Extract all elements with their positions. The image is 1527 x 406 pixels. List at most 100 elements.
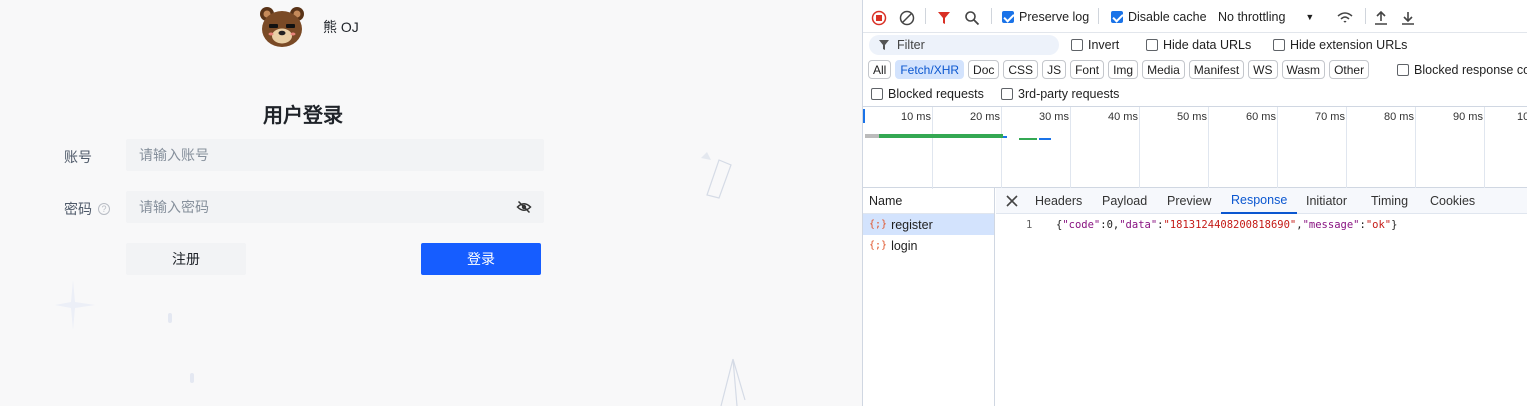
timeline-gridline <box>1139 107 1140 189</box>
chip-doc[interactable]: Doc <box>968 60 1000 79</box>
response-json: {"code":0,"data":"1813124408200818690","… <box>1056 219 1397 231</box>
request-row-login[interactable]: {;} login <box>863 235 994 256</box>
waterfall-bar <box>1003 136 1007 138</box>
network-conditions-icon[interactable] <box>1336 10 1354 26</box>
filter-input[interactable]: Filter <box>869 35 1059 55</box>
timeline-gridline <box>1208 107 1209 189</box>
third-party-checkbox[interactable]: 3rd-party requests <box>1001 87 1119 101</box>
request-row-register[interactable]: {;} register <box>863 214 994 235</box>
hide-extension-urls-label: Hide extension URLs <box>1290 38 1408 52</box>
blocked-requests-checkbox[interactable]: Blocked requests <box>871 87 984 101</box>
timeline-gridline <box>932 107 933 189</box>
tab-preview[interactable]: Preview <box>1167 188 1211 214</box>
tick-label: 90 ms <box>1453 111 1483 123</box>
invert-checkbox[interactable]: Invert <box>1071 38 1119 52</box>
json-punct: } <box>1391 219 1398 231</box>
network-timeline[interactable]: 10 ms 20 ms 30 ms 40 ms 50 ms 60 ms 70 m… <box>863 106 1527 189</box>
dot-decoration <box>168 313 172 323</box>
dot-decoration <box>190 373 194 383</box>
chip-js[interactable]: JS <box>1042 60 1067 79</box>
resource-type-chips: All Fetch/XHR Doc CSS JS Font Img Media … <box>868 60 1370 79</box>
disable-cache-label: Disable cache <box>1128 10 1207 24</box>
request-list: Name {;} register {;} login <box>863 188 995 406</box>
upload-icon[interactable] <box>1373 10 1389 26</box>
json-key: "code" <box>1062 219 1101 231</box>
blocked-response-checkbox[interactable]: Blocked response co <box>1397 63 1527 77</box>
brand-name: 熊 OJ <box>323 19 359 35</box>
password-input[interactable] <box>126 191 544 223</box>
tab-headers[interactable]: Headers <box>1035 188 1082 214</box>
waterfall-bar <box>865 134 879 138</box>
json-request-icon: {;} <box>869 219 888 230</box>
json-string: "ok" <box>1365 219 1392 231</box>
tick-label: 70 ms <box>1315 111 1345 123</box>
json-key: "message" <box>1302 219 1360 231</box>
account-label: 账号 <box>64 147 92 167</box>
chip-all[interactable]: All <box>868 60 892 79</box>
tick-label: 10 ms <box>901 111 931 123</box>
tab-response[interactable]: Response <box>1221 188 1298 214</box>
waterfall-bar <box>1019 138 1037 140</box>
chip-manifest[interactable]: Manifest <box>1188 60 1245 79</box>
tick-label: 30 ms <box>1039 111 1069 123</box>
chip-media[interactable]: Media <box>1142 60 1185 79</box>
timeline-gridline <box>1415 107 1416 189</box>
register-button[interactable]: 注册 <box>126 243 246 275</box>
hide-data-urls-checkbox[interactable]: Hide data URLs <box>1146 38 1251 52</box>
chip-ws[interactable]: WS <box>1248 60 1278 79</box>
chip-font[interactable]: Font <box>1070 60 1105 79</box>
network-toolbar: Preserve log Disable cache No throttling… <box>863 0 1527 33</box>
download-icon[interactable] <box>1400 10 1416 26</box>
json-key: "data" <box>1119 219 1158 231</box>
checkbox-icon <box>871 88 883 100</box>
throttling-select[interactable]: No throttling ▼ <box>1218 10 1314 24</box>
preserve-log-checkbox[interactable]: Preserve log <box>1002 10 1089 24</box>
record-stop-icon[interactable] <box>871 10 887 26</box>
filter-placeholder: Filter <box>897 38 925 52</box>
checkbox-checked-icon <box>1002 11 1014 23</box>
hide-extension-urls-checkbox[interactable]: Hide extension URLs <box>1273 38 1407 52</box>
eye-off-icon[interactable] <box>516 199 532 215</box>
chip-other[interactable]: Other <box>1329 60 1370 79</box>
detail-tabs: Headers Payload Preview Response Initiat… <box>996 188 1527 214</box>
request-name: login <box>891 238 918 253</box>
chip-img[interactable]: Img <box>1108 60 1139 79</box>
tick-label: 40 ms <box>1108 111 1138 123</box>
timeline-gridline <box>1484 107 1485 189</box>
blocked-requests-label: Blocked requests <box>888 87 984 101</box>
checkbox-icon <box>1146 39 1158 51</box>
pyramid-decoration-icon <box>720 358 746 406</box>
disable-cache-checkbox[interactable]: Disable cache <box>1111 10 1207 24</box>
line-number: 1 <box>1026 219 1033 231</box>
password-label: 密码 ? <box>64 199 110 219</box>
checkbox-icon <box>1273 39 1285 51</box>
filter-funnel-icon[interactable] <box>937 10 951 26</box>
chip-fetch-xhr[interactable]: Fetch/XHR <box>895 60 965 79</box>
close-icon[interactable] <box>1006 195 1018 207</box>
waterfall-bar <box>1039 138 1051 140</box>
login-page: 熊 OJ 用户登录 账号 密码 ? 注册 登录 <box>0 0 862 406</box>
tick-label: 60 ms <box>1246 111 1276 123</box>
json-string: "1813124408200818690" <box>1163 219 1297 231</box>
timeline-gridline <box>1070 107 1071 189</box>
name-column-header[interactable]: Name <box>863 188 994 214</box>
tick-label: 80 ms <box>1384 111 1414 123</box>
tab-initiator[interactable]: Initiator <box>1306 188 1347 214</box>
sparkle-decoration-icon <box>55 280 95 330</box>
tab-timing[interactable]: Timing <box>1371 188 1408 214</box>
tab-payload[interactable]: Payload <box>1102 188 1147 214</box>
login-button[interactable]: 登录 <box>421 243 541 275</box>
hide-data-urls-label: Hide data URLs <box>1163 38 1252 52</box>
help-icon[interactable]: ? <box>98 203 110 215</box>
third-party-label: 3rd-party requests <box>1018 87 1120 101</box>
chip-css[interactable]: CSS <box>1003 60 1039 79</box>
chip-wasm[interactable]: Wasm <box>1281 60 1326 79</box>
search-icon[interactable] <box>964 10 980 26</box>
password-label-text: 密码 <box>64 201 92 217</box>
account-input[interactable] <box>126 139 544 171</box>
json-punct: :0, <box>1100 219 1120 231</box>
timeline-gridline <box>1001 107 1002 189</box>
timeline-marker <box>863 109 865 123</box>
clear-icon[interactable] <box>899 10 915 26</box>
tab-cookies[interactable]: Cookies <box>1430 188 1475 214</box>
